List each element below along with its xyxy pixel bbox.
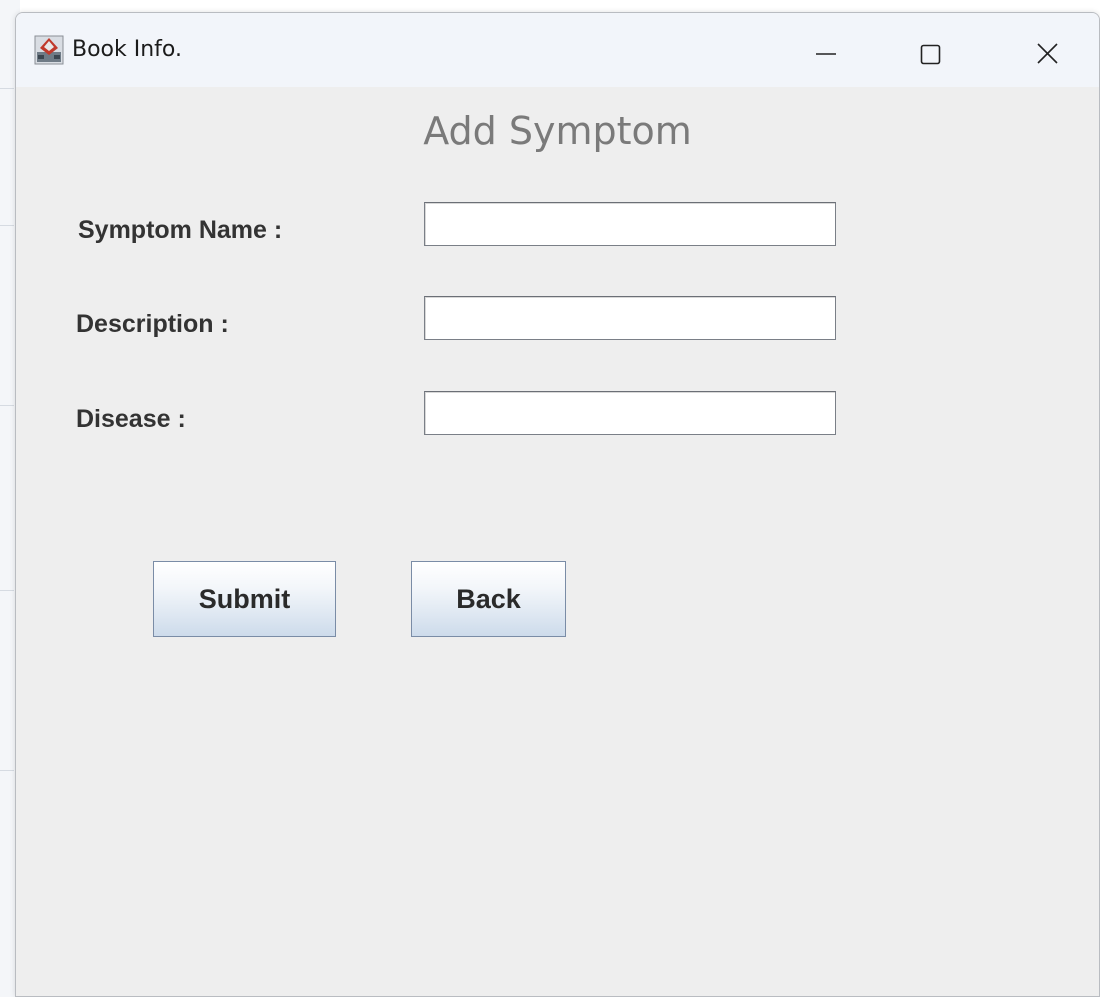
window-title: Book Info. xyxy=(72,37,182,62)
background-divider xyxy=(0,88,14,89)
maximize-icon xyxy=(920,44,941,65)
maximize-button[interactable] xyxy=(901,25,961,75)
close-button[interactable] xyxy=(1016,25,1076,75)
minimize-button[interactable] xyxy=(798,25,858,75)
close-icon xyxy=(1037,43,1058,64)
symptom-name-input[interactable] xyxy=(424,202,836,246)
back-button[interactable]: Back xyxy=(411,561,566,637)
java-app-icon xyxy=(34,35,64,65)
background-divider xyxy=(0,770,14,771)
title-bar[interactable]: Book Info. xyxy=(16,13,1099,87)
background-divider xyxy=(0,405,14,406)
background-divider xyxy=(0,590,14,591)
form-heading: Add Symptom xyxy=(423,109,692,153)
description-input[interactable] xyxy=(424,296,836,340)
add-symptom-window: Book Info. Add Symptom Symptom Name : De… xyxy=(15,12,1100,997)
symptom-name-label: Symptom Name : xyxy=(78,216,283,244)
disease-input[interactable] xyxy=(424,391,836,435)
background-divider xyxy=(0,225,14,226)
disease-label: Disease : xyxy=(76,405,186,433)
submit-button[interactable]: Submit xyxy=(153,561,336,637)
minimize-icon xyxy=(816,53,836,55)
description-label: Description : xyxy=(76,310,229,338)
